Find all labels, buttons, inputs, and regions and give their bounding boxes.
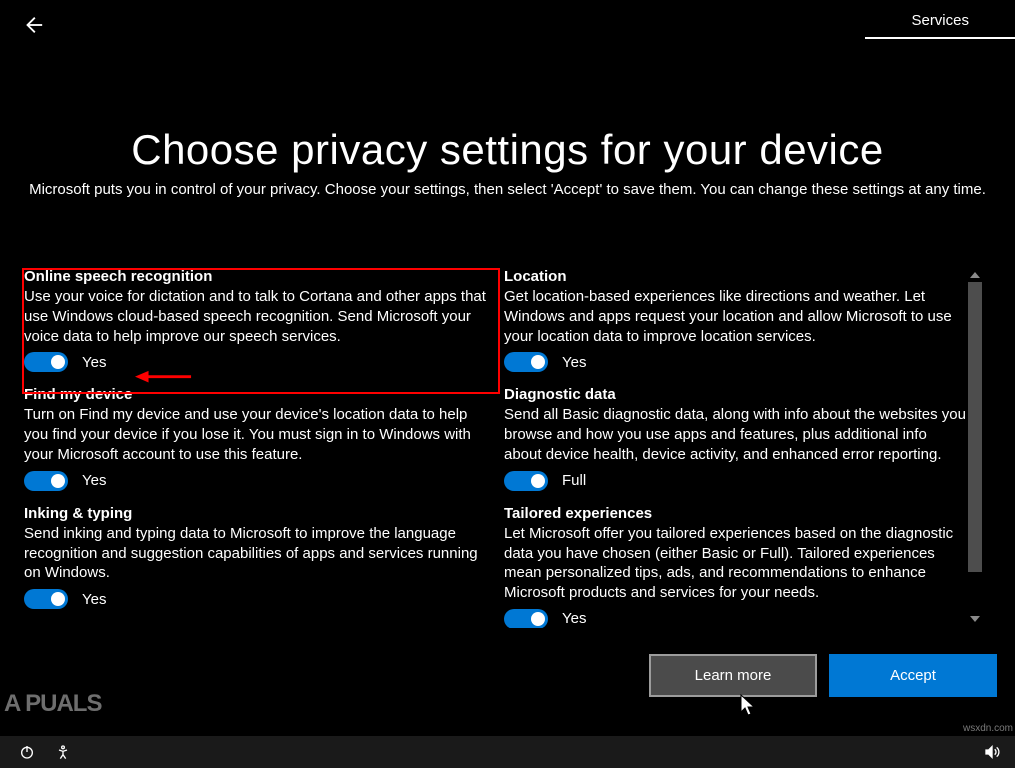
scrollbar[interactable] <box>968 272 982 622</box>
section-title-diagnostic: Diagnostic data <box>504 386 968 403</box>
volume-icon[interactable] <box>983 743 1001 761</box>
section-desc-tailored: Let Microsoft offer you tailored experie… <box>504 524 968 603</box>
accessibility-icon[interactable] <box>54 743 72 761</box>
toggle-label-diagnostic: Full <box>562 472 586 489</box>
section-title-inking: Inking & typing <box>24 505 488 522</box>
section-title-location: Location <box>504 268 968 285</box>
watermark-main-text: A PUALS <box>4 690 101 718</box>
scroll-thumb[interactable] <box>968 282 982 572</box>
tab-services[interactable]: Services <box>865 0 1015 39</box>
toggle-tailored[interactable] <box>504 609 548 628</box>
toggle-label-tailored: Yes <box>562 610 586 627</box>
toggle-find-device[interactable] <box>24 471 68 491</box>
power-icon[interactable] <box>18 743 36 761</box>
cursor-icon <box>740 694 758 718</box>
settings-scroll-area: Online speech recognition Use your voice… <box>24 268 984 628</box>
section-desc-find-device: Turn on Find my device and use your devi… <box>24 405 488 464</box>
toggle-label-find-device: Yes <box>82 472 106 489</box>
section-tailored: Tailored experiences Let Microsoft offer… <box>504 505 968 628</box>
section-title-speech: Online speech recognition <box>24 268 488 285</box>
section-inking: Inking & typing Send inking and typing d… <box>24 505 488 609</box>
toggle-location[interactable] <box>504 352 548 372</box>
back-button[interactable] <box>22 14 46 38</box>
section-desc-speech: Use your voice for dictation and to talk… <box>24 287 488 346</box>
section-location: Location Get location-based experiences … <box>504 268 968 372</box>
toggle-label-speech: Yes <box>82 354 106 371</box>
section-find-device: Find my device Turn on Find my device an… <box>24 386 488 490</box>
section-desc-location: Get location-based experiences like dire… <box>504 287 968 346</box>
learn-more-button[interactable]: Learn more <box>649 654 817 697</box>
section-title-find-device: Find my device <box>24 386 488 403</box>
page-title: Choose privacy settings for your device <box>0 126 1015 174</box>
section-desc-diagnostic: Send all Basic diagnostic data, along wi… <box>504 405 968 464</box>
watermark-main: A PUALS <box>4 690 101 718</box>
scroll-track[interactable] <box>968 278 982 616</box>
scroll-down-icon[interactable] <box>970 616 980 622</box>
watermark-small: wsxdn.com <box>963 723 1013 734</box>
section-title-tailored: Tailored experiences <box>504 505 968 522</box>
taskbar <box>0 736 1015 768</box>
toggle-label-inking: Yes <box>82 591 106 608</box>
accept-button[interactable]: Accept <box>829 654 997 697</box>
toggle-label-location: Yes <box>562 354 586 371</box>
section-desc-inking: Send inking and typing data to Microsoft… <box>24 524 488 583</box>
toggle-inking[interactable] <box>24 589 68 609</box>
section-diagnostic: Diagnostic data Send all Basic diagnosti… <box>504 386 968 490</box>
section-speech: Online speech recognition Use your voice… <box>24 268 488 372</box>
page-subtitle: Microsoft puts you in control of your pr… <box>18 180 998 200</box>
toggle-speech[interactable] <box>24 352 68 372</box>
toggle-diagnostic[interactable] <box>504 471 548 491</box>
